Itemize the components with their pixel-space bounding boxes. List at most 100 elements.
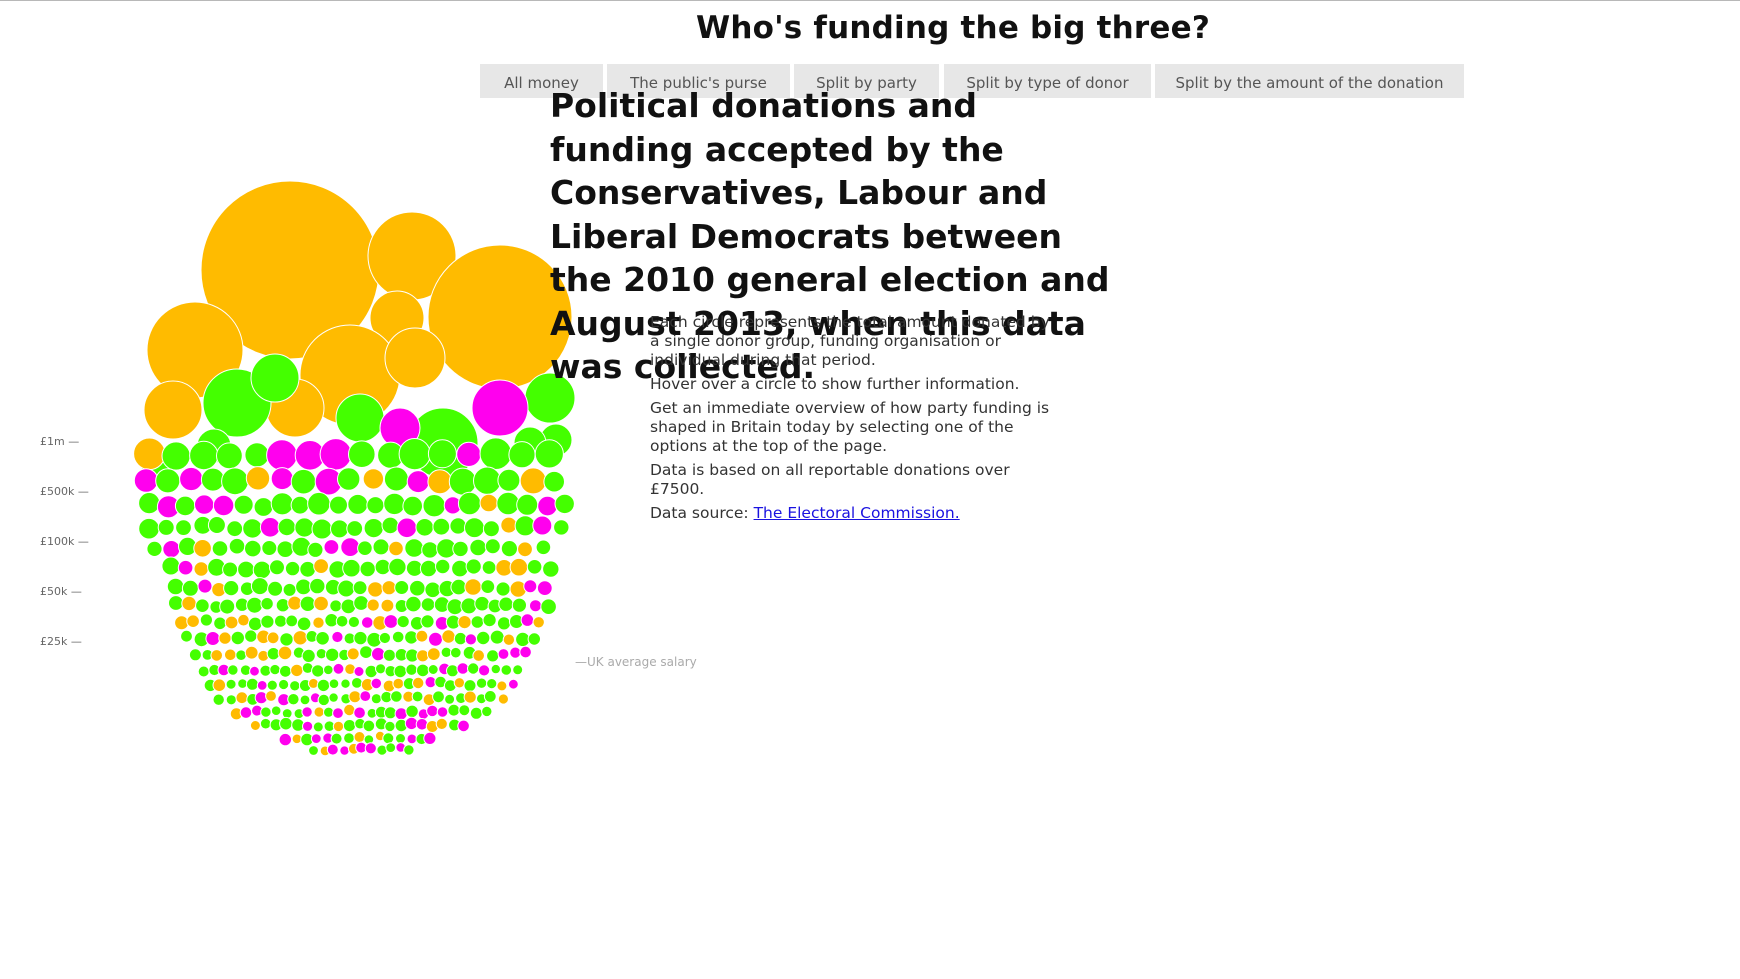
- electoral-commission-link[interactable]: The Electoral Commission.: [754, 504, 960, 522]
- donor-circle[interactable]: [415, 518, 435, 537]
- donor-circle[interactable]: [464, 578, 482, 596]
- donor-circle[interactable]: [404, 538, 424, 558]
- donor-circle[interactable]: [451, 559, 469, 578]
- donor-circle[interactable]: [353, 630, 368, 646]
- donor-circle[interactable]: [464, 517, 485, 539]
- donor-circle[interactable]: [181, 579, 199, 597]
- donor-circle[interactable]: [174, 495, 196, 517]
- donor-circle[interactable]: [508, 441, 536, 469]
- donor-circle[interactable]: [249, 720, 261, 731]
- donor-circle[interactable]: [361, 616, 374, 629]
- donor-circle[interactable]: [347, 615, 360, 629]
- donor-circle[interactable]: [353, 666, 365, 677]
- donor-circle[interactable]: [278, 732, 292, 747]
- donor-circle[interactable]: [290, 663, 304, 678]
- donor-circle[interactable]: [323, 664, 334, 676]
- donor-circle[interactable]: [412, 676, 425, 690]
- donor-circle[interactable]: [479, 437, 513, 471]
- donor-circle[interactable]: [221, 467, 249, 496]
- donor-circle[interactable]: [237, 678, 248, 689]
- donor-circle[interactable]: [411, 690, 424, 703]
- donor-circle[interactable]: [133, 468, 159, 493]
- donor-circle[interactable]: [295, 578, 312, 596]
- donor-circle[interactable]: [299, 694, 311, 706]
- donor-circle[interactable]: [497, 693, 509, 705]
- donor-circle[interactable]: [472, 649, 486, 662]
- donor-circle[interactable]: [299, 595, 316, 612]
- donor-circle[interactable]: [537, 495, 558, 517]
- donor-circle[interactable]: [299, 560, 317, 578]
- donor-circle[interactable]: [224, 615, 239, 630]
- donor-circle[interactable]: [211, 540, 229, 557]
- donor-circle[interactable]: [246, 596, 264, 614]
- donor-circle[interactable]: [419, 559, 438, 578]
- donor-circle[interactable]: [464, 633, 477, 646]
- donor-circle[interactable]: [270, 705, 282, 717]
- donor-circle[interactable]: [312, 721, 324, 733]
- donor-circle[interactable]: [179, 466, 204, 492]
- donor-circle[interactable]: [381, 516, 400, 535]
- donor-circle[interactable]: [463, 679, 477, 693]
- donor-circle[interactable]: [294, 517, 315, 538]
- donor-circle[interactable]: [427, 469, 453, 495]
- donor-circle[interactable]: [315, 631, 330, 646]
- donor-circle[interactable]: [270, 467, 294, 491]
- donor-circle[interactable]: [469, 706, 483, 720]
- donor-circle[interactable]: [517, 541, 533, 558]
- donor-circle[interactable]: [222, 561, 239, 578]
- donor-circle[interactable]: [523, 579, 538, 594]
- donor-circle[interactable]: [543, 470, 566, 493]
- donor-circle[interactable]: [470, 615, 485, 629]
- donor-circle[interactable]: [426, 647, 441, 661]
- donor-circle[interactable]: [212, 678, 227, 693]
- donor-circle[interactable]: [281, 708, 293, 719]
- donor-circle[interactable]: [269, 663, 281, 676]
- donor-circle[interactable]: [534, 439, 564, 469]
- donor-circle[interactable]: [342, 558, 361, 578]
- donor-circle[interactable]: [233, 494, 254, 515]
- donor-circle[interactable]: [382, 648, 396, 662]
- donor-circle[interactable]: [146, 540, 163, 558]
- donor-circle[interactable]: [266, 647, 281, 661]
- donor-circle[interactable]: [335, 615, 349, 628]
- donor-circle[interactable]: [384, 327, 446, 389]
- donor-circle[interactable]: [483, 690, 497, 703]
- donor-circle[interactable]: [250, 353, 300, 403]
- donor-circle[interactable]: [495, 581, 511, 597]
- donor-circle[interactable]: [527, 632, 541, 646]
- donor-circle[interactable]: [277, 645, 293, 661]
- donor-circle[interactable]: [237, 613, 250, 627]
- donor-circle[interactable]: [259, 717, 272, 730]
- donor-circle[interactable]: [383, 466, 409, 492]
- donor-circle[interactable]: [359, 690, 372, 702]
- donor-circle[interactable]: [212, 693, 225, 706]
- donor-circle[interactable]: [269, 559, 285, 576]
- donor-circle[interactable]: [508, 678, 519, 690]
- donor-circle[interactable]: [237, 560, 255, 579]
- donor-circle[interactable]: [396, 615, 410, 629]
- donor-circle[interactable]: [186, 614, 200, 629]
- donor-circle[interactable]: [370, 677, 383, 690]
- donor-circle[interactable]: [409, 579, 426, 597]
- donor-circle[interactable]: [471, 379, 529, 437]
- donor-circle[interactable]: [460, 597, 478, 615]
- donor-circle[interactable]: [244, 629, 258, 643]
- donor-circle[interactable]: [261, 540, 278, 556]
- donor-circle[interactable]: [393, 664, 408, 679]
- donor-circle[interactable]: [330, 519, 349, 539]
- donor-circle[interactable]: [346, 520, 364, 537]
- donor-circle[interactable]: [426, 704, 439, 718]
- donor-circle[interactable]: [311, 518, 333, 540]
- donor-circle[interactable]: [432, 690, 445, 704]
- donor-circle[interactable]: [474, 595, 490, 612]
- donor-circle[interactable]: [502, 633, 516, 646]
- donor-circle[interactable]: [402, 495, 424, 517]
- donor-circle[interactable]: [310, 733, 322, 744]
- donor-circle[interactable]: [352, 580, 368, 596]
- donor-circle[interactable]: [188, 648, 202, 662]
- donor-circle[interactable]: [500, 540, 518, 558]
- donor-circle[interactable]: [270, 492, 294, 516]
- donor-circle[interactable]: [166, 577, 185, 596]
- donor-circle[interactable]: [244, 442, 270, 468]
- donor-circle[interactable]: [213, 616, 227, 631]
